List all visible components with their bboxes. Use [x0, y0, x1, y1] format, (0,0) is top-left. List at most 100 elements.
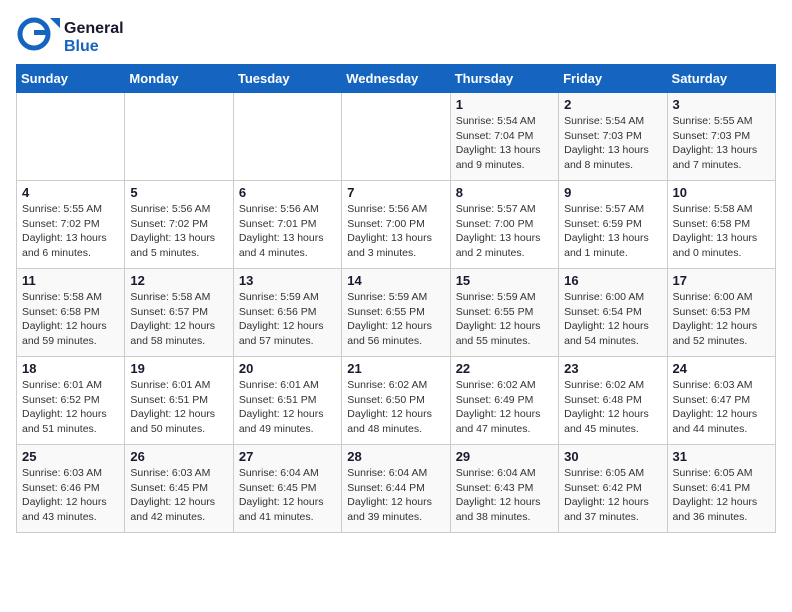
day-number: 28: [347, 449, 444, 464]
day-info: Sunrise: 6:00 AM Sunset: 6:53 PM Dayligh…: [673, 290, 770, 349]
calendar-cell: 4 Sunrise: 5:55 AM Sunset: 7:02 PM Daylig…: [17, 181, 125, 269]
day-info: Sunrise: 5:58 AM Sunset: 6:58 PM Dayligh…: [673, 202, 770, 261]
day-info: Sunrise: 6:05 AM Sunset: 6:41 PM Dayligh…: [673, 466, 770, 525]
day-number: 6: [239, 185, 336, 200]
calendar-cell: 23Sunrise: 6:02 AM Sunset: 6:48 PM Dayli…: [559, 357, 667, 445]
day-number: 19: [130, 361, 227, 376]
header-day: Friday: [559, 65, 667, 93]
header-day: Wednesday: [342, 65, 450, 93]
logo-general: General: [64, 20, 124, 38]
day-info: Sunrise: 5:58 AM Sunset: 6:58 PM Dayligh…: [22, 290, 119, 349]
header-day: Saturday: [667, 65, 775, 93]
calendar-cell: 18 Sunrise: 6:01 AM Sunset: 6:52 PM Dayli…: [17, 357, 125, 445]
calendar-cell: 3 Sunrise: 5:55 AM Sunset: 7:03 PM Daylig…: [667, 93, 775, 181]
day-info: Sunrise: 5:56 AM Sunset: 7:01 PM Dayligh…: [239, 202, 336, 261]
calendar-table: SundayMondayTuesdayWednesdayThursdayFrid…: [16, 64, 776, 533]
day-number: 10: [673, 185, 770, 200]
calendar-week: 1 Sunrise: 5:54 AM Sunset: 7:04 PM Daylig…: [17, 93, 776, 181]
calendar-cell: 16 Sunrise: 6:00 AM Sunset: 6:54 PM Dayli…: [559, 269, 667, 357]
day-info: Sunrise: 6:01 AM Sunset: 6:51 PM Dayligh…: [239, 378, 336, 437]
calendar-cell: 1 Sunrise: 5:54 AM Sunset: 7:04 PM Daylig…: [450, 93, 558, 181]
calendar-cell: 29 Sunrise: 6:04 AM Sunset: 6:43 PM Dayli…: [450, 445, 558, 533]
calendar-cell: 7Sunrise: 5:56 AM Sunset: 7:00 PM Daylig…: [342, 181, 450, 269]
day-number: 23: [564, 361, 661, 376]
calendar-cell: 19 Sunrise: 6:01 AM Sunset: 6:51 PM Dayli…: [125, 357, 233, 445]
logo-icon: [16, 16, 60, 60]
header-day: Thursday: [450, 65, 558, 93]
calendar-cell: 15Sunrise: 5:59 AM Sunset: 6:55 PM Dayli…: [450, 269, 558, 357]
logo-blue: Blue: [64, 38, 124, 56]
calendar-cell: 28 Sunrise: 6:04 AM Sunset: 6:44 PM Dayli…: [342, 445, 450, 533]
calendar-cell: 13 Sunrise: 5:59 AM Sunset: 6:56 PM Dayli…: [233, 269, 341, 357]
day-info: Sunrise: 5:59 AM Sunset: 6:56 PM Dayligh…: [239, 290, 336, 349]
header: GeneralBlue: [16, 16, 776, 60]
day-number: 29: [456, 449, 553, 464]
header-day: Sunday: [17, 65, 125, 93]
calendar-cell: 11 Sunrise: 5:58 AM Sunset: 6:58 PM Dayli…: [17, 269, 125, 357]
day-number: 16: [564, 273, 661, 288]
logo: GeneralBlue: [16, 16, 124, 60]
calendar-cell: 25 Sunrise: 6:03 AM Sunset: 6:46 PM Dayli…: [17, 445, 125, 533]
calendar-cell: 30 Sunrise: 6:05 AM Sunset: 6:42 PM Dayli…: [559, 445, 667, 533]
day-number: 13: [239, 273, 336, 288]
day-info: Sunrise: 5:55 AM Sunset: 7:02 PM Dayligh…: [22, 202, 119, 261]
day-number: 15: [456, 273, 553, 288]
day-info: Sunrise: 6:04 AM Sunset: 6:45 PM Dayligh…: [239, 466, 336, 525]
calendar-cell: 27 Sunrise: 6:04 AM Sunset: 6:45 PM Dayli…: [233, 445, 341, 533]
day-info: Sunrise: 6:01 AM Sunset: 6:51 PM Dayligh…: [130, 378, 227, 437]
day-number: 31: [673, 449, 770, 464]
calendar-cell: 12 Sunrise: 5:58 AM Sunset: 6:57 PM Dayli…: [125, 269, 233, 357]
calendar-week: 4 Sunrise: 5:55 AM Sunset: 7:02 PM Daylig…: [17, 181, 776, 269]
day-info: Sunrise: 6:03 AM Sunset: 6:47 PM Dayligh…: [673, 378, 770, 437]
day-info: Sunrise: 6:02 AM Sunset: 6:50 PM Dayligh…: [347, 378, 444, 437]
day-number: 12: [130, 273, 227, 288]
day-number: 26: [130, 449, 227, 464]
day-number: 20: [239, 361, 336, 376]
day-number: 3: [673, 97, 770, 112]
calendar-cell: 8 Sunrise: 5:57 AM Sunset: 7:00 PM Daylig…: [450, 181, 558, 269]
day-number: 22: [456, 361, 553, 376]
header-row: SundayMondayTuesdayWednesdayThursdayFrid…: [17, 65, 776, 93]
calendar-cell: 14 Sunrise: 5:59 AM Sunset: 6:55 PM Dayli…: [342, 269, 450, 357]
calendar-cell: [233, 93, 341, 181]
day-number: 1: [456, 97, 553, 112]
day-number: 4: [22, 185, 119, 200]
day-number: 14: [347, 273, 444, 288]
calendar-cell: [125, 93, 233, 181]
day-number: 2: [564, 97, 661, 112]
day-number: 11: [22, 273, 119, 288]
day-number: 27: [239, 449, 336, 464]
day-info: Sunrise: 5:58 AM Sunset: 6:57 PM Dayligh…: [130, 290, 227, 349]
calendar-cell: 5Sunrise: 5:56 AM Sunset: 7:02 PM Daylig…: [125, 181, 233, 269]
day-number: 9: [564, 185, 661, 200]
day-info: Sunrise: 5:57 AM Sunset: 7:00 PM Dayligh…: [456, 202, 553, 261]
calendar-cell: 2 Sunrise: 5:54 AM Sunset: 7:03 PM Daylig…: [559, 93, 667, 181]
day-info: Sunrise: 5:59 AM Sunset: 6:55 PM Dayligh…: [347, 290, 444, 349]
day-info: Sunrise: 6:03 AM Sunset: 6:46 PM Dayligh…: [22, 466, 119, 525]
day-number: 21: [347, 361, 444, 376]
day-info: Sunrise: 6:04 AM Sunset: 6:44 PM Dayligh…: [347, 466, 444, 525]
calendar-cell: 9 Sunrise: 5:57 AM Sunset: 6:59 PM Daylig…: [559, 181, 667, 269]
calendar-week: 18 Sunrise: 6:01 AM Sunset: 6:52 PM Dayli…: [17, 357, 776, 445]
day-info: Sunrise: 5:54 AM Sunset: 7:04 PM Dayligh…: [456, 114, 553, 173]
calendar-cell: 17 Sunrise: 6:00 AM Sunset: 6:53 PM Dayli…: [667, 269, 775, 357]
day-info: Sunrise: 5:54 AM Sunset: 7:03 PM Dayligh…: [564, 114, 661, 173]
day-number: 25: [22, 449, 119, 464]
calendar-cell: [17, 93, 125, 181]
day-number: 17: [673, 273, 770, 288]
day-info: Sunrise: 6:01 AM Sunset: 6:52 PM Dayligh…: [22, 378, 119, 437]
day-info: Sunrise: 5:57 AM Sunset: 6:59 PM Dayligh…: [564, 202, 661, 261]
day-number: 24: [673, 361, 770, 376]
day-info: Sunrise: 6:05 AM Sunset: 6:42 PM Dayligh…: [564, 466, 661, 525]
day-info: Sunrise: 6:00 AM Sunset: 6:54 PM Dayligh…: [564, 290, 661, 349]
day-info: Sunrise: 6:04 AM Sunset: 6:43 PM Dayligh…: [456, 466, 553, 525]
day-number: 18: [22, 361, 119, 376]
day-info: Sunrise: 5:55 AM Sunset: 7:03 PM Dayligh…: [673, 114, 770, 173]
day-number: 8: [456, 185, 553, 200]
calendar-cell: 10 Sunrise: 5:58 AM Sunset: 6:58 PM Dayli…: [667, 181, 775, 269]
calendar-week: 11 Sunrise: 5:58 AM Sunset: 6:58 PM Dayli…: [17, 269, 776, 357]
calendar-week: 25 Sunrise: 6:03 AM Sunset: 6:46 PM Dayli…: [17, 445, 776, 533]
day-info: Sunrise: 6:02 AM Sunset: 6:49 PM Dayligh…: [456, 378, 553, 437]
day-number: 30: [564, 449, 661, 464]
calendar-cell: 31 Sunrise: 6:05 AM Sunset: 6:41 PM Dayli…: [667, 445, 775, 533]
